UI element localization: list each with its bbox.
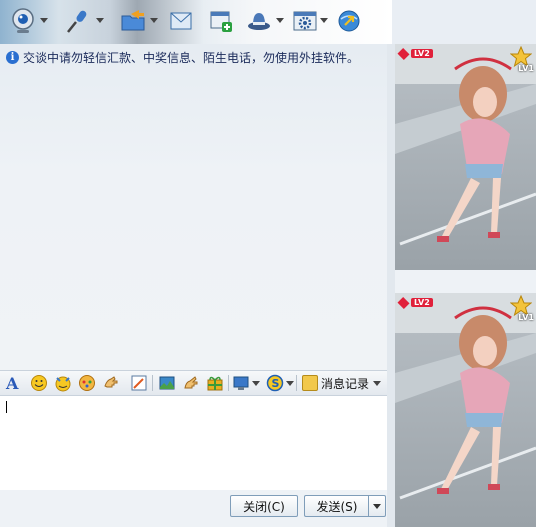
monitor-icon	[233, 376, 249, 390]
message-input[interactable]	[0, 396, 387, 490]
music-hand-icon	[184, 376, 198, 389]
magic-face-icon	[55, 376, 71, 392]
close-button[interactable]: 关闭(C)	[230, 495, 298, 517]
payment-dropdown[interactable]	[286, 381, 294, 386]
music-button[interactable]	[182, 374, 200, 392]
folder-send-icon	[121, 10, 145, 31]
diamond-icon	[397, 47, 410, 60]
chat-window: i 交谈中请勿轻信汇款、中奖信息、陌生电话，勿使用外挂软件。 A S 消息记录 …	[0, 0, 536, 527]
member-level-badge: LV2	[397, 296, 433, 309]
app-settings-dropdown[interactable]	[320, 18, 328, 23]
panel-splitter[interactable]	[387, 44, 395, 527]
rank-label: LV1	[518, 313, 534, 322]
screenshot-button[interactable]	[130, 374, 148, 392]
security-notice: i 交谈中请勿轻信汇款、中奖信息、陌生电话，勿使用外挂软件。	[6, 48, 359, 66]
photo-divider	[395, 270, 536, 293]
info-icon: i	[6, 50, 19, 64]
format-separator	[296, 375, 297, 391]
contact-show-photo[interactable]: LV2 LV1	[395, 44, 536, 270]
member-level-badge: LV2	[397, 47, 433, 60]
paint-face-icon	[79, 375, 95, 391]
scribble-button[interactable]	[78, 374, 96, 392]
svg-text:A: A	[5, 374, 19, 392]
video-call-button[interactable]	[8, 6, 38, 36]
security-notice-text: 交谈中请勿轻信汇款、中奖信息、陌生电话，勿使用外挂软件。	[23, 50, 360, 65]
hat-icon	[248, 13, 270, 30]
envelope-icon	[170, 12, 192, 30]
webcam-icon	[12, 8, 34, 33]
send-options-dropdown[interactable]	[368, 495, 386, 517]
bottom-bar: 关闭(C) 发送(S)	[0, 490, 387, 527]
send-file-dropdown[interactable]	[150, 18, 158, 23]
nudge-button[interactable]	[102, 374, 120, 392]
screen-capture-dropdown[interactable]	[252, 381, 260, 386]
microphone-icon	[67, 10, 87, 33]
gift-button[interactable]	[206, 374, 224, 392]
remote-assist-button[interactable]	[244, 6, 274, 36]
user-photo-image	[395, 293, 536, 527]
gift-icon	[207, 376, 223, 391]
coin-s-icon: S	[266, 374, 284, 392]
create-group-button[interactable]	[206, 6, 236, 36]
send-file-button[interactable]	[118, 6, 148, 36]
contact-photo-image	[395, 44, 536, 270]
remote-assist-dropdown[interactable]	[276, 18, 284, 23]
add-window-icon	[210, 11, 232, 32]
video-call-dropdown[interactable]	[40, 18, 48, 23]
scissors-pen-icon	[131, 375, 147, 391]
emoticon-button[interactable]	[30, 374, 48, 392]
text-caret	[6, 401, 7, 413]
send-sms-button[interactable]	[166, 6, 196, 36]
send-image-button[interactable]	[158, 374, 176, 392]
app-settings-button[interactable]	[290, 6, 320, 36]
screen-capture-button[interactable]	[232, 374, 250, 392]
share-button[interactable]	[334, 6, 364, 36]
hand-shake-icon	[104, 376, 118, 388]
message-history-button[interactable]: 消息记录	[302, 374, 382, 392]
smiley-icon	[31, 375, 47, 391]
message-display-area[interactable]: i 交谈中请勿轻信汇款、中奖信息、陌生电话，勿使用外挂软件。	[0, 44, 387, 370]
chevron-down-icon	[373, 503, 381, 509]
payment-button[interactable]: S	[266, 374, 284, 392]
magic-emoticon-button[interactable]	[54, 374, 72, 392]
globe-arrow-icon	[338, 10, 360, 32]
chat-toolbar	[0, 0, 392, 44]
format-separator	[152, 375, 153, 391]
chevron-down-icon	[373, 380, 382, 386]
send-button[interactable]: 发送(S)	[304, 495, 369, 517]
gear-window-icon	[293, 11, 317, 31]
format-separator	[228, 375, 229, 391]
history-icon	[302, 375, 318, 391]
voice-call-dropdown[interactable]	[96, 18, 104, 23]
font-button[interactable]: A	[4, 374, 22, 392]
rank-label: LV1	[518, 64, 534, 73]
voice-call-button[interactable]	[62, 6, 92, 36]
svg-text:S: S	[272, 377, 280, 390]
message-history-label: 消息记录	[321, 376, 370, 391]
font-a-icon: A	[5, 374, 19, 392]
format-toolbar: A S 消息记录	[0, 370, 387, 396]
picture-icon	[159, 376, 175, 390]
user-show-photo[interactable]: LV2 LV1	[395, 293, 536, 527]
diamond-icon	[397, 296, 410, 309]
